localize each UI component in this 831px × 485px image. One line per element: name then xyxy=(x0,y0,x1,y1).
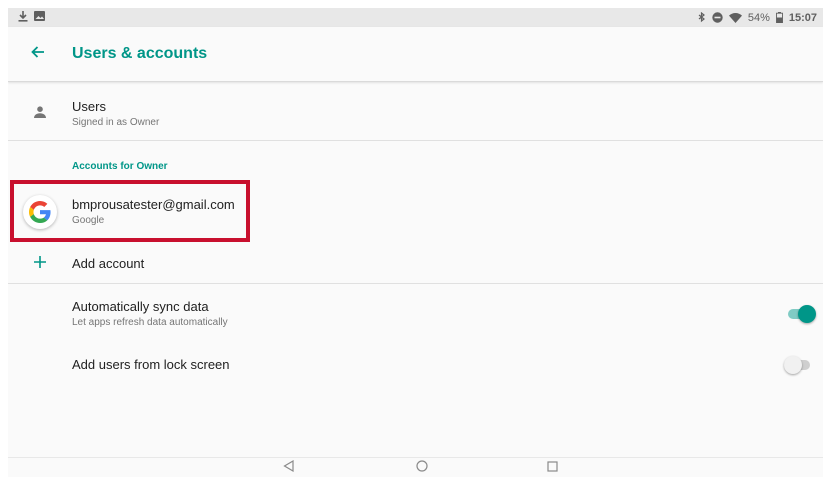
status-bar: 54% 15:07 xyxy=(8,8,823,27)
lock-screen-users-row[interactable]: Add users from lock screen xyxy=(8,348,823,382)
users-row[interactable]: Users Signed in as Owner xyxy=(8,88,823,140)
lock-screen-users-title: Add users from lock screen xyxy=(72,357,230,372)
plus-icon xyxy=(34,255,46,273)
android-screen: 54% 15:07 Users & accounts Users Signed … xyxy=(8,8,823,477)
back-triangle-icon xyxy=(282,459,294,477)
app-bar: Users & accounts xyxy=(8,27,823,82)
add-account-label: Add account xyxy=(72,256,145,271)
auto-sync-row[interactable]: Automatically sync data Let apps refresh… xyxy=(8,292,823,336)
divider xyxy=(8,283,823,284)
users-title: Users xyxy=(72,98,106,114)
account-email: bmprousatester@gmail.com xyxy=(72,196,235,212)
recents-square-icon xyxy=(546,459,558,477)
battery-icon xyxy=(775,12,783,23)
nav-home-button[interactable] xyxy=(415,459,429,477)
google-account-row[interactable]: bmprousatester@gmail.com Google xyxy=(8,186,823,238)
home-circle-icon xyxy=(416,459,428,477)
nav-recents-button[interactable] xyxy=(545,461,559,475)
toggle-thumb xyxy=(798,305,816,323)
clock: 15:07 xyxy=(788,11,817,24)
auto-sync-title: Automatically sync data xyxy=(72,298,209,314)
back-button[interactable] xyxy=(14,30,62,78)
image-icon xyxy=(34,11,45,24)
person-icon xyxy=(34,105,46,123)
nav-back-button[interactable] xyxy=(281,459,295,477)
lock-screen-users-toggle[interactable] xyxy=(784,355,812,375)
toggle-thumb xyxy=(784,356,802,374)
download-icon xyxy=(18,10,28,25)
add-account-row[interactable]: Add account xyxy=(8,246,823,282)
google-logo-icon xyxy=(23,195,57,229)
do-not-disturb-icon xyxy=(712,12,723,23)
divider xyxy=(8,140,823,141)
wifi-icon xyxy=(728,12,742,23)
bluetooth-icon xyxy=(698,12,706,23)
accounts-section-header: Accounts for Owner xyxy=(72,161,168,172)
auto-sync-subtitle: Let apps refresh data automatically xyxy=(72,316,228,328)
arrow-back-icon xyxy=(31,45,45,63)
account-provider: Google xyxy=(72,214,105,226)
auto-sync-toggle[interactable] xyxy=(788,304,816,324)
battery-percent: 54% xyxy=(747,11,770,24)
users-subtitle: Signed in as Owner xyxy=(72,116,160,128)
page-title: Users & accounts xyxy=(72,45,208,62)
navigation-bar xyxy=(8,457,823,477)
